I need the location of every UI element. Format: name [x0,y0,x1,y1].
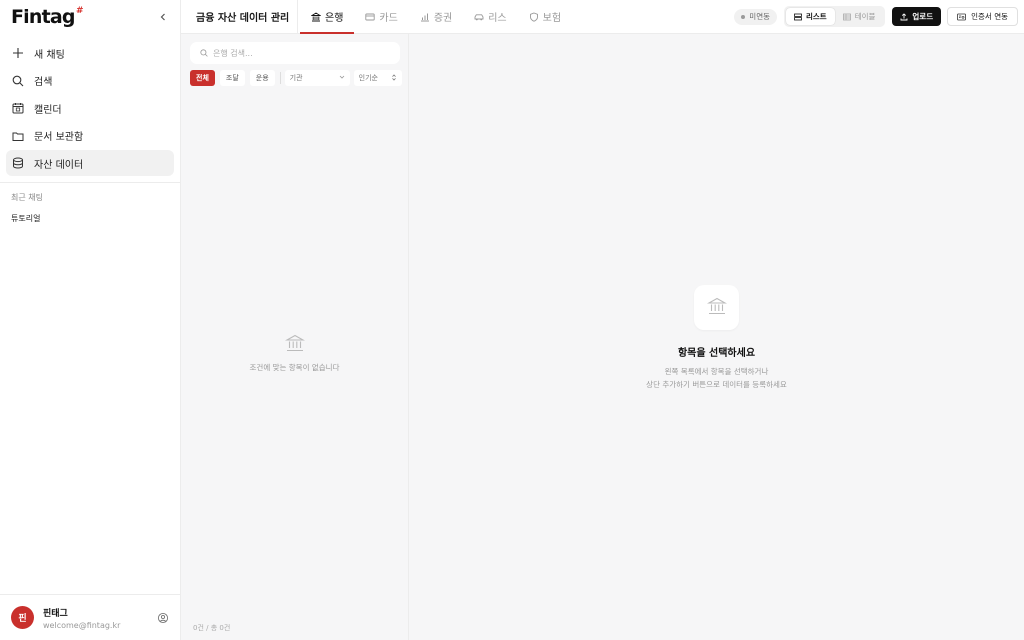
top-bar: 금융 자산 데이터 관리 은행 카드 증권 리스 보험 미연동 리스트 테이블 … [181,0,1024,34]
institution-select-value: 기관 [289,74,303,82]
tab-label: 증권 [433,13,453,24]
tab-label: 카드 [379,13,398,24]
sidebar-item-calendar[interactable]: 캘린더 [6,95,174,121]
search-icon [200,49,208,57]
plus-icon [12,47,24,59]
table-view-button[interactable]: 테이블 [835,8,884,25]
status-label: 미연동 [749,12,770,21]
certificate-link-button[interactable]: 인증서 연동 [947,7,1018,26]
avatar: 핀 [11,606,34,629]
empty-detail-line: 상단 추가하기 버튼으로 데이터를 등록하세요 [646,380,787,389]
brand-logo[interactable]: Fintag # [11,6,84,28]
sidebar-item-documents[interactable]: 문서 보관함 [6,123,174,149]
bank-icon [706,297,727,318]
card-icon [365,12,376,22]
sidebar-item-asset-data[interactable]: 자산 데이터 [6,150,174,176]
list-icon [794,13,802,21]
page-title: 금융 자산 데이터 관리 [181,0,298,33]
main-area: 금융 자산 데이터 관리 은행 카드 증권 리스 보험 미연동 리스트 테이블 … [181,0,1024,640]
tab-label: 리스 [488,13,507,24]
app-root: Fintag # 새 채팅 검색 캘린더 문서 보관함 자산 데이터 최근 채팅… [0,0,1024,640]
recent-chat-item[interactable]: 튜토리얼 [0,203,180,224]
list-view-label: 리스트 [806,12,827,21]
chart-icon [420,12,430,22]
view-mode-toggle: 리스트 테이블 [784,6,886,27]
filter-chip-all[interactable]: 전체 [190,70,215,86]
filter-divider [279,72,281,84]
search-placeholder: 은행 검색... [213,48,253,58]
tab-card[interactable]: 카드 [354,0,408,33]
tab-bank[interactable]: 은행 [300,0,355,34]
tab-insurance[interactable]: 보험 [518,0,572,33]
institution-select[interactable]: 기관 [284,70,350,86]
empty-list-state: 조건에 맞는 항목이 없습니다 [181,334,408,373]
chevron-down-icon [339,74,345,82]
sidebar-item-label: 자산 데이터 [34,159,84,171]
sidebar-item-new-chat[interactable]: 새 채팅 [6,40,174,66]
brand-mark: # [75,6,84,16]
empty-list-message: 조건에 맞는 항목이 없습니다 [249,363,340,372]
user-settings-icon[interactable] [157,612,169,624]
filter-chip-funding[interactable]: 조달 [219,70,245,86]
result-count: 0건 / 총 0건 [193,624,231,632]
folder-icon [12,130,24,142]
user-profile[interactable]: 핀 핀태그 welcome@fintag.kr [0,594,180,640]
collapse-sidebar-icon[interactable] [156,10,170,24]
item-list-panel: 은행 검색... 전체 조달 운용 기관 인기순 조건에 맞는 항목이 없습니다… [181,34,409,640]
sidebar-item-label: 캘린더 [34,104,62,116]
tab-lease[interactable]: 리스 [463,0,517,33]
detail-bank-icon-tile [694,285,739,330]
sort-arrows-icon [391,73,397,83]
tab-label: 보험 [542,13,562,24]
table-icon [842,13,851,21]
bank-icon [311,11,321,22]
filter-bar: 전체 조달 운용 기관 인기순 [181,64,408,86]
content-area: 은행 검색... 전체 조달 운용 기관 인기순 조건에 맞는 항목이 없습니다… [181,34,1024,640]
status-dot-icon [741,14,746,19]
tab-securities[interactable]: 증권 [409,0,463,33]
empty-detail-title: 항목을 선택하세요 [677,348,756,359]
empty-detail-description: 왼쪽 목록에서 항목을 선택하거나 상단 추가하기 버튼으로 데이터를 등록하세… [646,365,787,391]
sidebar-item-label: 문서 보관함 [34,132,84,143]
bank-icon [284,334,305,355]
shield-icon [529,12,539,22]
calendar-icon [12,102,24,114]
brand-name: Fintag [11,6,76,28]
car-icon [474,12,484,22]
empty-detail-state: 항목을 선택하세요 왼쪽 목록에서 항목을 선택하거나 상단 추가하기 버튼으로… [409,285,1024,391]
sort-select-value: 인기순 [358,74,378,82]
upload-label: 업로드 [912,12,934,21]
user-email: welcome@fintag.kr [43,620,121,630]
search-input[interactable]: 은행 검색... [190,42,400,64]
detail-panel: 항목을 선택하세요 왼쪽 목록에서 항목을 선택하거나 상단 추가하기 버튼으로… [409,34,1024,640]
table-view-label: 테이블 [854,12,876,21]
certificate-label: 인증서 연동 [971,12,1008,21]
sidebar-item-label: 검색 [34,77,53,88]
upload-icon [900,12,908,21]
category-tabs: 은행 카드 증권 리스 보험 [298,0,572,34]
certificate-icon [957,13,967,21]
recent-chats-heading: 최근 채팅 [11,192,43,202]
sort-select[interactable]: 인기순 [353,70,402,86]
user-info: 핀태그 welcome@fintag.kr [43,606,157,630]
list-view-button[interactable]: 리스트 [786,8,835,25]
tab-label: 은행 [325,13,344,24]
connection-status-badge: 미연동 [734,8,777,25]
user-name: 핀태그 [43,608,68,619]
filter-chip-operation[interactable]: 운용 [249,70,275,86]
sidebar-header: Fintag # [0,0,180,34]
sidebar-item-search[interactable]: 검색 [6,68,174,94]
sidebar: Fintag # 새 채팅 검색 캘린더 문서 보관함 자산 데이터 최근 채팅… [0,0,181,640]
sidebar-nav: 새 채팅 검색 캘린더 문서 보관함 자산 데이터 [0,34,180,178]
upload-button[interactable]: 업로드 [892,7,942,26]
search-icon [12,75,24,87]
sidebar-item-label: 새 채팅 [34,49,65,61]
empty-detail-line: 왼쪽 목록에서 항목을 선택하거나 [664,367,769,376]
database-icon [12,157,24,169]
toolbar-actions: 미연동 리스트 테이블 업로드 인증서 연동 [734,0,1024,33]
